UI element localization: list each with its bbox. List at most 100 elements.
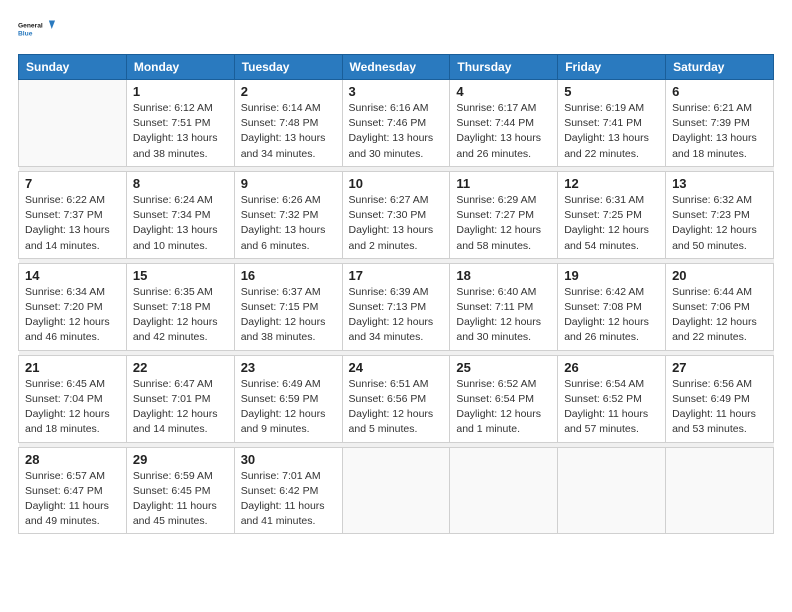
day-number: 30 bbox=[241, 452, 336, 467]
day-cell: 14 Sunrise: 6:34 AM Sunset: 7:20 PM Dayli… bbox=[19, 263, 127, 350]
day-cell: 17 Sunrise: 6:39 AM Sunset: 7:13 PM Dayli… bbox=[342, 263, 450, 350]
logo-icon: GeneralBlue bbox=[18, 10, 56, 48]
day-info: Sunrise: 6:52 AM Sunset: 6:54 PM Dayligh… bbox=[456, 377, 551, 438]
day-info: Sunrise: 6:57 AM Sunset: 6:47 PM Dayligh… bbox=[25, 469, 120, 530]
day-info: Sunrise: 6:17 AM Sunset: 7:44 PM Dayligh… bbox=[456, 101, 551, 162]
day-number: 13 bbox=[672, 176, 767, 191]
day-number: 7 bbox=[25, 176, 120, 191]
day-cell: 16 Sunrise: 6:37 AM Sunset: 7:15 PM Dayli… bbox=[234, 263, 342, 350]
day-info: Sunrise: 6:51 AM Sunset: 6:56 PM Dayligh… bbox=[349, 377, 444, 438]
day-cell: 29 Sunrise: 6:59 AM Sunset: 6:45 PM Dayli… bbox=[126, 447, 234, 534]
day-info: Sunrise: 6:59 AM Sunset: 6:45 PM Dayligh… bbox=[133, 469, 228, 530]
day-info: Sunrise: 6:45 AM Sunset: 7:04 PM Dayligh… bbox=[25, 377, 120, 438]
day-info: Sunrise: 6:22 AM Sunset: 7:37 PM Dayligh… bbox=[25, 193, 120, 254]
day-number: 6 bbox=[672, 84, 767, 99]
logo: GeneralBlue bbox=[18, 10, 56, 48]
day-number: 15 bbox=[133, 268, 228, 283]
day-cell: 7 Sunrise: 6:22 AM Sunset: 7:37 PM Daylig… bbox=[19, 171, 127, 258]
page: GeneralBlue SundayMondayTuesdayWednesday… bbox=[0, 0, 792, 612]
day-info: Sunrise: 6:39 AM Sunset: 7:13 PM Dayligh… bbox=[349, 285, 444, 346]
day-number: 18 bbox=[456, 268, 551, 283]
day-number: 28 bbox=[25, 452, 120, 467]
weekday-header-monday: Monday bbox=[126, 55, 234, 80]
day-info: Sunrise: 6:56 AM Sunset: 6:49 PM Dayligh… bbox=[672, 377, 767, 438]
day-cell: 30 Sunrise: 7:01 AM Sunset: 6:42 PM Dayli… bbox=[234, 447, 342, 534]
day-number: 3 bbox=[349, 84, 444, 99]
day-cell: 24 Sunrise: 6:51 AM Sunset: 6:56 PM Dayli… bbox=[342, 355, 450, 442]
day-number: 11 bbox=[456, 176, 551, 191]
day-cell bbox=[19, 80, 127, 167]
day-number: 4 bbox=[456, 84, 551, 99]
weekday-header-row: SundayMondayTuesdayWednesdayThursdayFrid… bbox=[19, 55, 774, 80]
day-number: 27 bbox=[672, 360, 767, 375]
day-info: Sunrise: 6:19 AM Sunset: 7:41 PM Dayligh… bbox=[564, 101, 659, 162]
day-number: 9 bbox=[241, 176, 336, 191]
day-info: Sunrise: 6:14 AM Sunset: 7:48 PM Dayligh… bbox=[241, 101, 336, 162]
day-number: 24 bbox=[349, 360, 444, 375]
day-info: Sunrise: 6:34 AM Sunset: 7:20 PM Dayligh… bbox=[25, 285, 120, 346]
day-cell: 12 Sunrise: 6:31 AM Sunset: 7:25 PM Dayli… bbox=[558, 171, 666, 258]
day-number: 8 bbox=[133, 176, 228, 191]
day-cell bbox=[666, 447, 774, 534]
day-cell: 10 Sunrise: 6:27 AM Sunset: 7:30 PM Dayli… bbox=[342, 171, 450, 258]
day-info: Sunrise: 6:32 AM Sunset: 7:23 PM Dayligh… bbox=[672, 193, 767, 254]
day-number: 5 bbox=[564, 84, 659, 99]
day-number: 17 bbox=[349, 268, 444, 283]
day-info: Sunrise: 6:26 AM Sunset: 7:32 PM Dayligh… bbox=[241, 193, 336, 254]
day-cell: 6 Sunrise: 6:21 AM Sunset: 7:39 PM Daylig… bbox=[666, 80, 774, 167]
day-info: Sunrise: 6:31 AM Sunset: 7:25 PM Dayligh… bbox=[564, 193, 659, 254]
weekday-header-sunday: Sunday bbox=[19, 55, 127, 80]
day-info: Sunrise: 6:49 AM Sunset: 6:59 PM Dayligh… bbox=[241, 377, 336, 438]
week-row-2: 7 Sunrise: 6:22 AM Sunset: 7:37 PM Daylig… bbox=[19, 171, 774, 258]
day-number: 25 bbox=[456, 360, 551, 375]
day-number: 12 bbox=[564, 176, 659, 191]
day-cell: 11Sunrise: 6:29 AM Sunset: 7:27 PM Dayli… bbox=[450, 171, 558, 258]
day-cell: 15Sunrise: 6:35 AM Sunset: 7:18 PM Dayli… bbox=[126, 263, 234, 350]
day-cell: 26 Sunrise: 6:54 AM Sunset: 6:52 PM Dayli… bbox=[558, 355, 666, 442]
day-cell bbox=[558, 447, 666, 534]
day-cell: 8 Sunrise: 6:24 AM Sunset: 7:34 PM Daylig… bbox=[126, 171, 234, 258]
day-cell: 2Sunrise: 6:14 AM Sunset: 7:48 PM Daylig… bbox=[234, 80, 342, 167]
day-cell: 18Sunrise: 6:40 AM Sunset: 7:11 PM Dayli… bbox=[450, 263, 558, 350]
day-cell: 19Sunrise: 6:42 AM Sunset: 7:08 PM Dayli… bbox=[558, 263, 666, 350]
day-info: Sunrise: 6:47 AM Sunset: 7:01 PM Dayligh… bbox=[133, 377, 228, 438]
week-row-1: 1Sunrise: 6:12 AM Sunset: 7:51 PM Daylig… bbox=[19, 80, 774, 167]
day-cell: 25 Sunrise: 6:52 AM Sunset: 6:54 PM Dayli… bbox=[450, 355, 558, 442]
day-number: 29 bbox=[133, 452, 228, 467]
day-cell bbox=[342, 447, 450, 534]
day-info: Sunrise: 6:37 AM Sunset: 7:15 PM Dayligh… bbox=[241, 285, 336, 346]
day-number: 23 bbox=[241, 360, 336, 375]
weekday-header-wednesday: Wednesday bbox=[342, 55, 450, 80]
day-info: Sunrise: 6:54 AM Sunset: 6:52 PM Dayligh… bbox=[564, 377, 659, 438]
day-cell: 22 Sunrise: 6:47 AM Sunset: 7:01 PM Dayli… bbox=[126, 355, 234, 442]
day-info: Sunrise: 6:24 AM Sunset: 7:34 PM Dayligh… bbox=[133, 193, 228, 254]
day-number: 14 bbox=[25, 268, 120, 283]
day-cell: 27 Sunrise: 6:56 AM Sunset: 6:49 PM Dayli… bbox=[666, 355, 774, 442]
day-info: Sunrise: 6:27 AM Sunset: 7:30 PM Dayligh… bbox=[349, 193, 444, 254]
day-number: 16 bbox=[241, 268, 336, 283]
weekday-header-tuesday: Tuesday bbox=[234, 55, 342, 80]
day-info: Sunrise: 6:44 AM Sunset: 7:06 PM Dayligh… bbox=[672, 285, 767, 346]
day-info: Sunrise: 6:21 AM Sunset: 7:39 PM Dayligh… bbox=[672, 101, 767, 162]
weekday-header-friday: Friday bbox=[558, 55, 666, 80]
day-info: Sunrise: 7:01 AM Sunset: 6:42 PM Dayligh… bbox=[241, 469, 336, 530]
svg-text:Blue: Blue bbox=[18, 31, 33, 38]
day-cell: 21 Sunrise: 6:45 AM Sunset: 7:04 PM Dayli… bbox=[19, 355, 127, 442]
header: GeneralBlue bbox=[18, 10, 774, 48]
day-number: 26 bbox=[564, 360, 659, 375]
day-number: 20 bbox=[672, 268, 767, 283]
day-number: 19 bbox=[564, 268, 659, 283]
day-info: Sunrise: 6:12 AM Sunset: 7:51 PM Dayligh… bbox=[133, 101, 228, 162]
day-cell: 4 Sunrise: 6:17 AM Sunset: 7:44 PM Daylig… bbox=[450, 80, 558, 167]
day-cell: 1Sunrise: 6:12 AM Sunset: 7:51 PM Daylig… bbox=[126, 80, 234, 167]
day-number: 10 bbox=[349, 176, 444, 191]
day-cell bbox=[450, 447, 558, 534]
day-cell: 9 Sunrise: 6:26 AM Sunset: 7:32 PM Daylig… bbox=[234, 171, 342, 258]
day-cell: 13 Sunrise: 6:32 AM Sunset: 7:23 PM Dayli… bbox=[666, 171, 774, 258]
day-cell: 23 Sunrise: 6:49 AM Sunset: 6:59 PM Dayli… bbox=[234, 355, 342, 442]
day-info: Sunrise: 6:16 AM Sunset: 7:46 PM Dayligh… bbox=[349, 101, 444, 162]
day-number: 21 bbox=[25, 360, 120, 375]
day-cell: 20 Sunrise: 6:44 AM Sunset: 7:06 PM Dayli… bbox=[666, 263, 774, 350]
day-number: 22 bbox=[133, 360, 228, 375]
week-row-3: 14 Sunrise: 6:34 AM Sunset: 7:20 PM Dayli… bbox=[19, 263, 774, 350]
